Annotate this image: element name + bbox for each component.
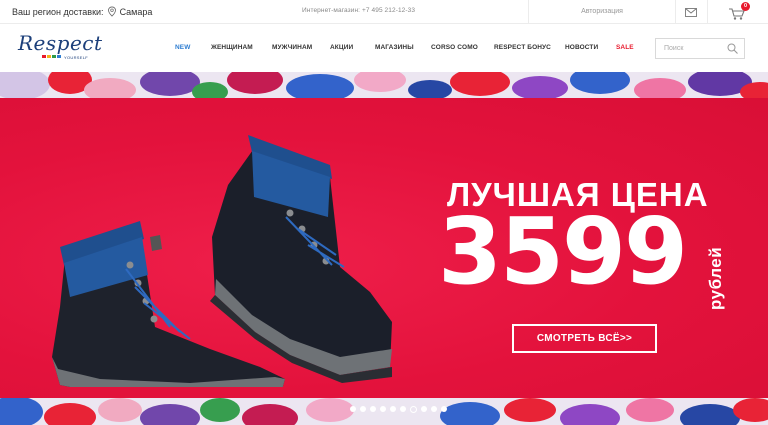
slider-dot[interactable] <box>380 406 386 412</box>
nav-sale[interactable]: SALE <box>616 44 634 51</box>
nav-promotions[interactable]: АКЦИИ <box>330 44 353 51</box>
promo-banner[interactable]: ЛУЧШАЯ ЦЕНА 3599 рублей СМОТРЕТЬ ВСЁ>> <box>0 72 768 425</box>
shop-phone: Интернет-магазин: +7 495 212-12-33 <box>302 7 416 14</box>
search-box <box>655 38 745 59</box>
nav-women[interactable]: ЖЕНЩИНАМ <box>211 44 253 51</box>
slider-dot[interactable] <box>421 406 427 412</box>
nav-news[interactable]: НОВОСТИ <box>565 44 598 51</box>
delivery-region[interactable]: Ваш регион доставки: Самара <box>12 6 152 17</box>
view-all-button[interactable]: СМОТРЕТЬ ВСЁ>> <box>512 324 657 353</box>
slider-dot[interactable] <box>431 406 437 412</box>
location-pin-icon <box>107 6 116 17</box>
slider-dot[interactable] <box>400 406 406 412</box>
boots-product-image <box>52 135 392 387</box>
cart-count-badge: 0 <box>741 2 750 11</box>
logo-color-dots <box>42 55 61 58</box>
envelope-icon <box>684 7 697 17</box>
top-bar: Ваш регион доставки: Самара Интернет-маг… <box>0 0 768 24</box>
nav-men[interactable]: МУЖЧИНАМ <box>272 44 312 51</box>
region-label: Ваш регион доставки: <box>12 6 104 17</box>
banner-price: 3599 <box>438 198 688 305</box>
main-header: Respect YOURSELF NEW ЖЕНЩИНАМ МУЖЧИНАМ А… <box>0 24 768 72</box>
search-input[interactable] <box>656 39 726 58</box>
slider-dot[interactable] <box>410 405 417 413</box>
slider-dot[interactable] <box>370 406 376 412</box>
nav-corso-como[interactable]: CORSO COMO <box>431 44 478 51</box>
mail-button[interactable] <box>674 0 708 24</box>
nav-respect-bonus[interactable]: RESPECT БОНУС <box>494 44 551 51</box>
slider-dot[interactable] <box>350 406 356 412</box>
slider-dot[interactable] <box>360 406 366 412</box>
region-city[interactable]: Самара <box>120 7 153 17</box>
nav-new[interactable]: NEW <box>175 44 190 51</box>
search-icon[interactable] <box>727 43 738 54</box>
banner-currency: рублей <box>706 246 725 310</box>
slider-dot[interactable] <box>441 406 447 412</box>
slider-dot[interactable] <box>390 406 396 412</box>
login-link[interactable]: Авторизация <box>528 0 676 24</box>
logo-wordmark: Respect <box>18 31 103 55</box>
respect-logo[interactable]: Respect YOURSELF <box>18 31 102 63</box>
logo-tagline: YOURSELF <box>64 55 88 60</box>
nav-stores[interactable]: МАГАЗИНЫ <box>375 44 414 51</box>
slider-pagination <box>350 405 447 413</box>
